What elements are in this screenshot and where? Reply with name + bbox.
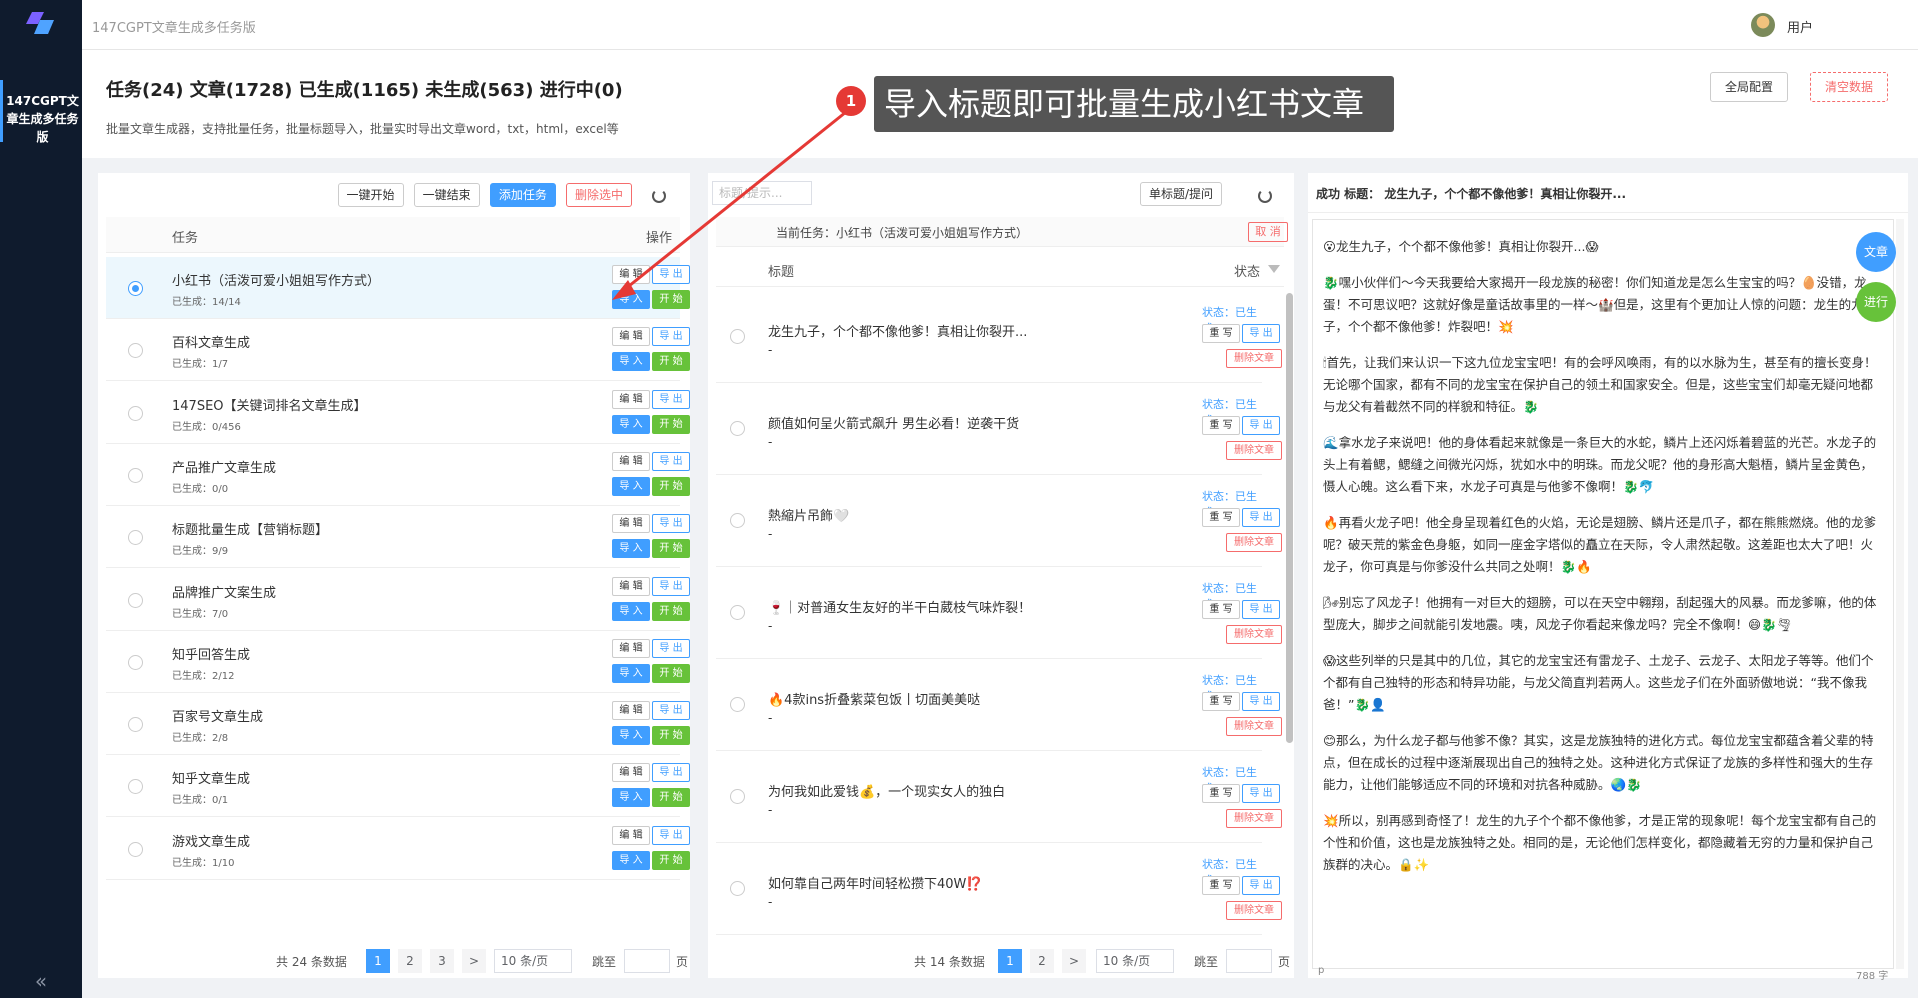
annotation-arrow — [612, 110, 847, 300]
annotation-number: 1 — [836, 86, 866, 116]
annotation-callout: 导入标题即可批量生成小红书文章 — [874, 76, 1394, 132]
